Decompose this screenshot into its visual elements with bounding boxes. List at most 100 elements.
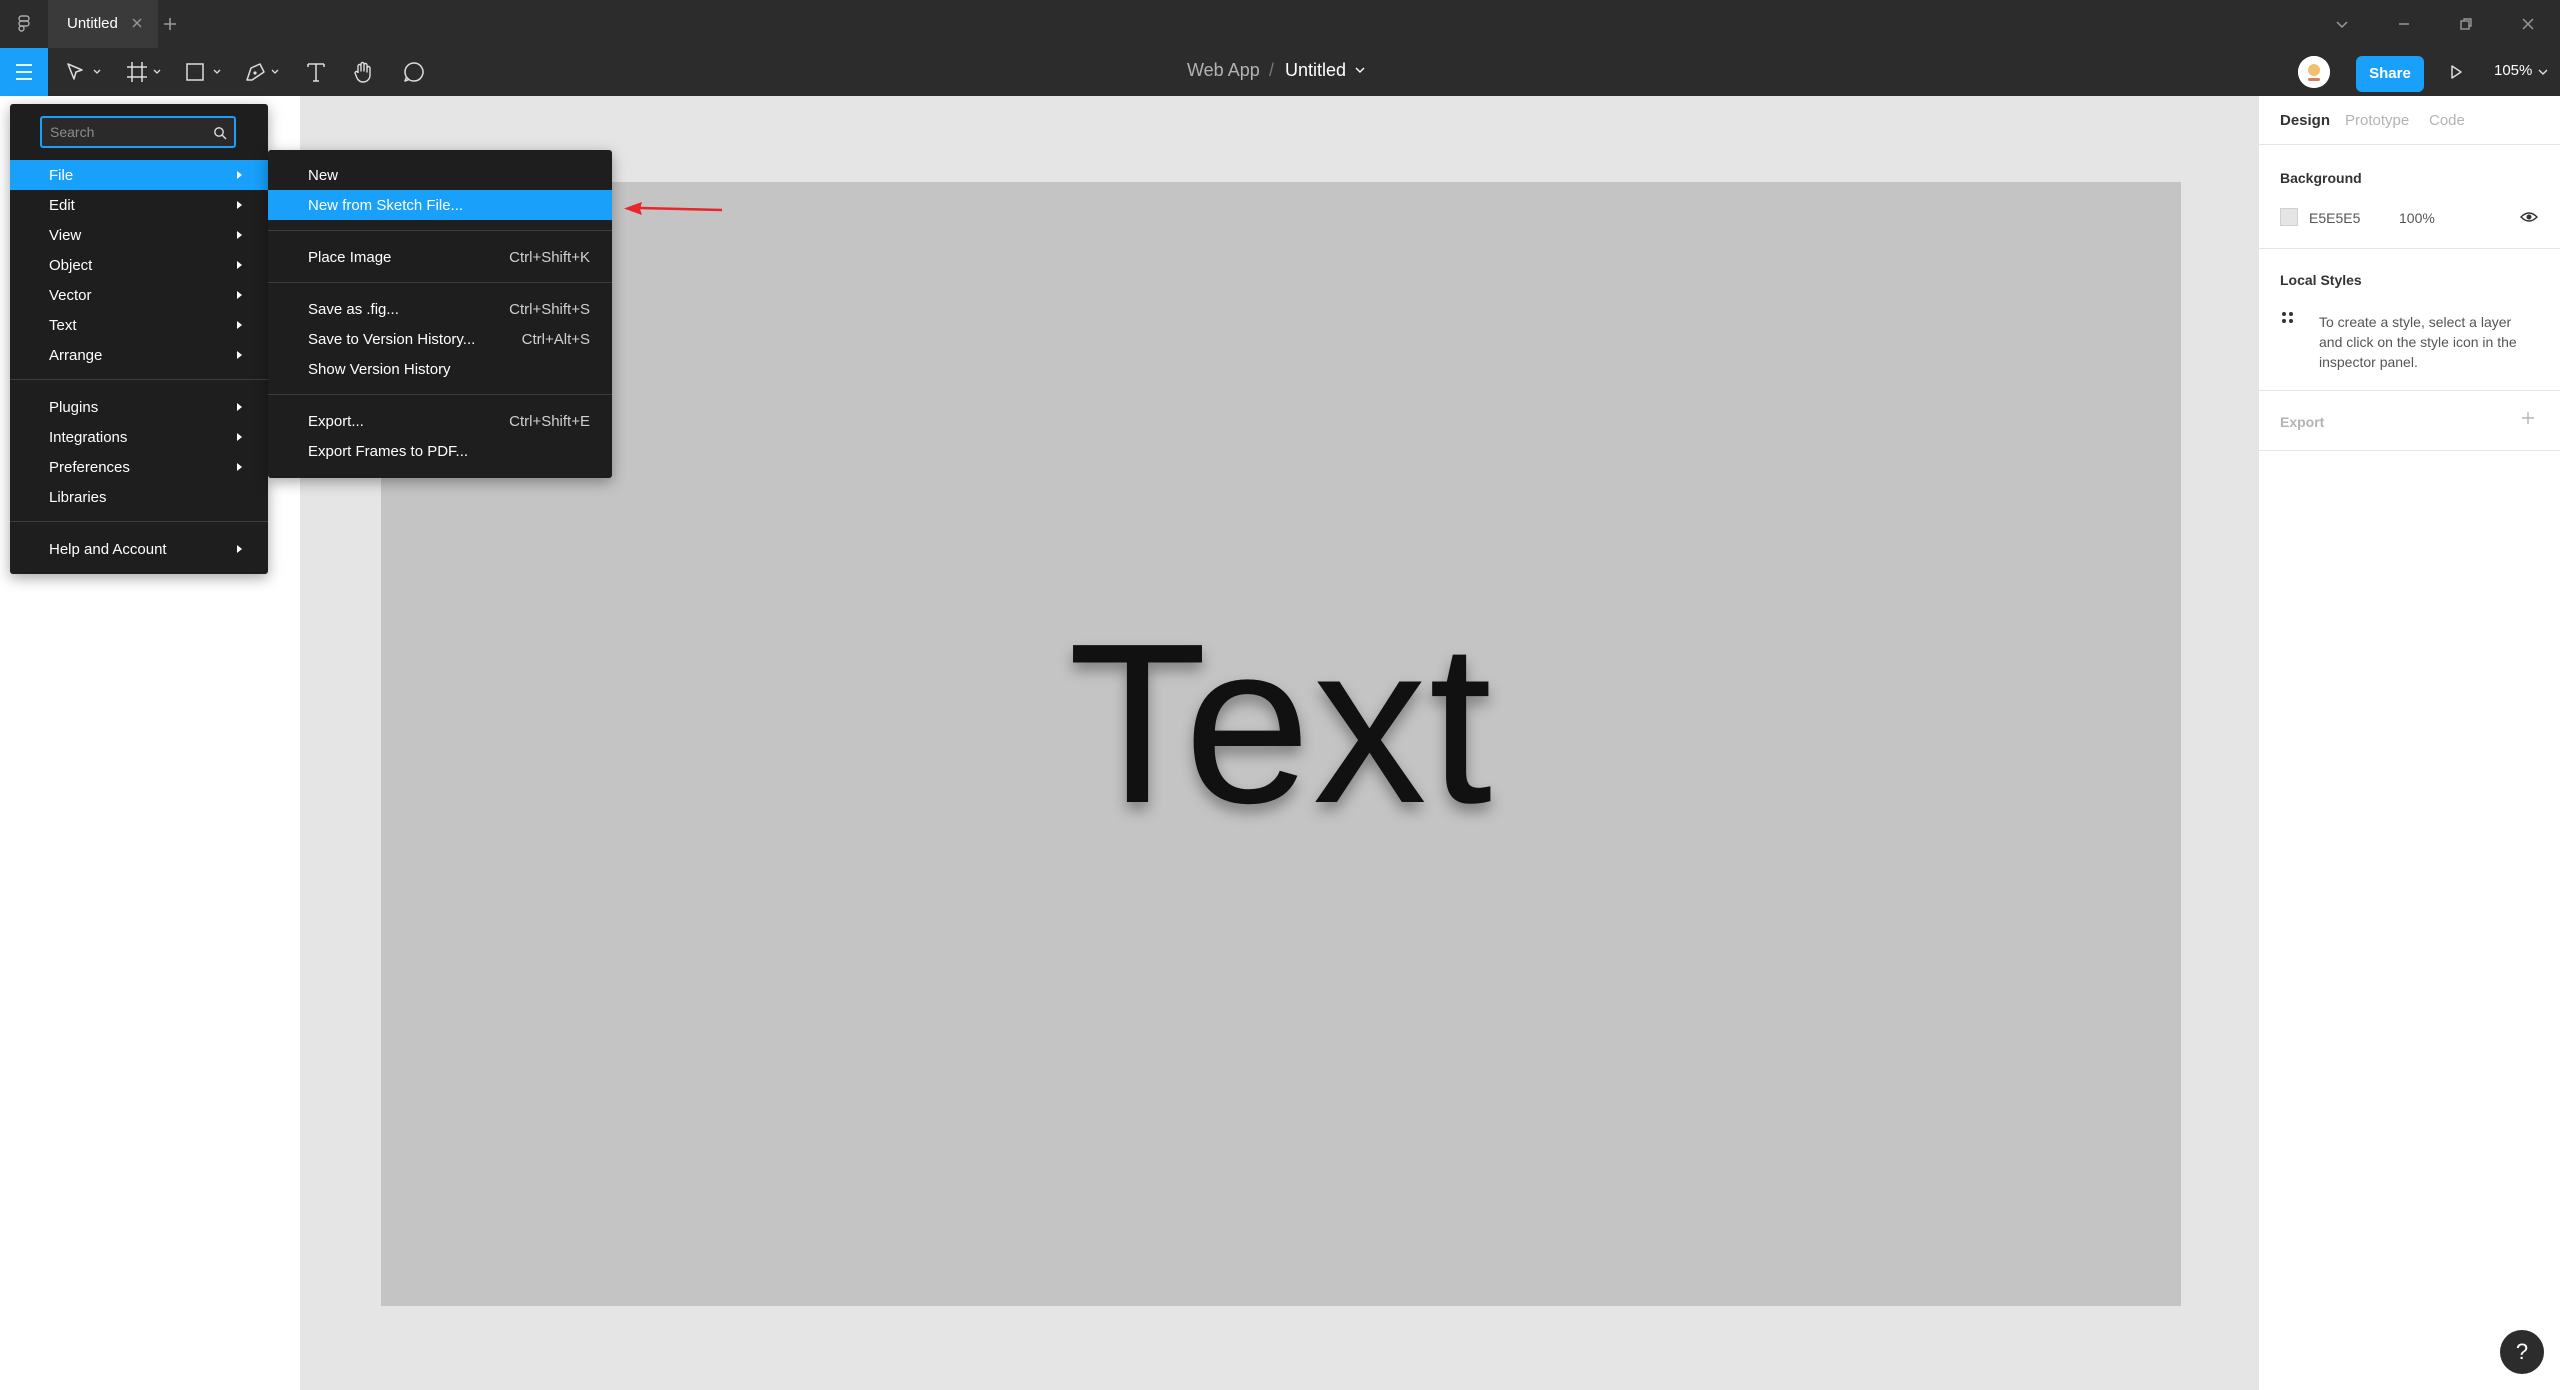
chevron-down-icon[interactable] [2332, 14, 2352, 34]
submenu-arrow-icon [233, 431, 245, 443]
share-button[interactable]: Share [2356, 56, 2424, 92]
file-menu-export[interactable]: Export... Ctrl+Shift+E [268, 406, 612, 436]
minimize-icon[interactable] [2394, 14, 2414, 34]
menu-item-object[interactable]: Object [10, 250, 268, 280]
search-placeholder: Search [50, 124, 95, 140]
text-icon [307, 63, 325, 82]
menu-item-edit[interactable]: Edit [10, 190, 268, 220]
comment-tool[interactable] [400, 58, 428, 86]
hamburger-icon [16, 64, 32, 80]
menu-item-plugins[interactable]: Plugins [10, 392, 268, 422]
menu-item-libraries[interactable]: Libraries [10, 482, 268, 512]
menu-divider [10, 379, 268, 380]
local-styles-heading: Local Styles [2280, 272, 2362, 288]
menu-item-view[interactable]: View [10, 220, 268, 250]
canvas-frame[interactable]: Text [381, 182, 2181, 1306]
menu-item-label: Libraries [49, 489, 107, 506]
file-menu-place-image[interactable]: Place Image Ctrl+Shift+K [268, 242, 612, 272]
submenu-arrow-icon [233, 349, 245, 361]
breadcrumb-separator: / [1269, 60, 1275, 80]
menu-item-file[interactable]: File [10, 160, 268, 190]
menu-item-label: Edit [49, 197, 75, 214]
file-menu-label: New [308, 167, 339, 184]
breadcrumb-team[interactable]: Web App [1187, 60, 1260, 81]
file-name[interactable]: Untitled [1285, 60, 1346, 81]
pen-icon [246, 63, 279, 81]
styles-icon [2280, 310, 2296, 326]
background-color-swatch[interactable] [2280, 208, 2298, 226]
menu-item-vector[interactable]: Vector [10, 280, 268, 310]
local-styles-hint-line: and click on the style icon in the [2319, 334, 2517, 350]
menu-item-integrations[interactable]: Integrations [10, 422, 268, 452]
menu-item-label: File [49, 167, 74, 184]
avatar[interactable] [2298, 56, 2330, 88]
menu-item-label: View [49, 227, 82, 244]
pen-tool[interactable] [242, 58, 284, 86]
zoom-chevron-icon[interactable] [2537, 66, 2549, 78]
figma-logo-icon[interactable] [14, 14, 34, 34]
file-menu-label: Export Frames to PDF... [308, 443, 469, 460]
main-menu-button[interactable] [0, 48, 48, 96]
tab-design[interactable]: Design [2280, 112, 2330, 129]
file-menu-label: Save as .fig... [308, 301, 399, 318]
tab-prototype[interactable]: Prototype [2345, 112, 2409, 129]
file-menu-save-to-version-history[interactable]: Save to Version History... Ctrl+Alt+S [268, 324, 612, 354]
close-window-icon[interactable] [2518, 14, 2538, 34]
local-styles-hint-line: inspector panel. [2319, 354, 2418, 370]
rectangle-icon [186, 63, 221, 81]
plus-icon [2522, 412, 2534, 424]
file-menu-save-as-fig[interactable]: Save as .fig... Ctrl+Shift+S [268, 294, 612, 324]
add-export-button[interactable] [2518, 408, 2538, 428]
restore-icon[interactable] [2456, 14, 2476, 34]
file-name-chevron-icon[interactable] [1354, 64, 1366, 76]
menu-item-label: Preferences [49, 459, 130, 476]
file-menu-label: Save to Version History... [308, 331, 476, 348]
play-icon[interactable] [2446, 62, 2466, 82]
design-panel [2258, 96, 2560, 1390]
hand-icon [354, 61, 371, 83]
tab-untitled[interactable]: Untitled [48, 0, 158, 48]
menu-divider [268, 394, 612, 395]
frame-icon [127, 62, 161, 82]
menu-item-label: Arrange [49, 347, 103, 364]
menu-item-arrange[interactable]: Arrange [10, 340, 268, 370]
shortcut: Ctrl+Shift+E [509, 413, 590, 430]
local-styles-hint: To create a style, select a layer and cl… [2319, 312, 2517, 372]
background-hex[interactable]: E5E5E5 [2309, 210, 2360, 226]
text-tool[interactable] [302, 58, 330, 86]
menu-item-preferences[interactable]: Preferences [10, 452, 268, 482]
new-tab-button[interactable] [160, 14, 180, 34]
shortcut: Ctrl+Shift+K [509, 249, 590, 266]
tab-code[interactable]: Code [2429, 112, 2465, 129]
shape-tool[interactable] [184, 58, 226, 86]
zoom-level[interactable]: 105% [2494, 62, 2532, 79]
search-icon [212, 125, 228, 141]
menu-divider [10, 521, 268, 522]
help-button[interactable]: ? [2500, 1330, 2544, 1374]
menu-item-text[interactable]: Text [10, 310, 268, 340]
close-tab-icon[interactable] [129, 15, 145, 31]
file-menu-new-from-sketch[interactable]: New from Sketch File... [268, 190, 612, 220]
canvas-text-layer[interactable]: Text [381, 182, 2181, 1306]
submenu-arrow-icon [233, 289, 245, 301]
file-menu-show-version-history[interactable]: Show Version History [268, 354, 612, 384]
file-menu-export-frames-to-pdf[interactable]: Export Frames to PDF... [268, 436, 612, 466]
shortcut: Ctrl+Shift+S [509, 301, 590, 318]
submenu-arrow-icon [233, 229, 245, 241]
frame-tool[interactable] [124, 58, 166, 86]
submenu-arrow-icon [233, 401, 245, 413]
submenu-arrow-icon [233, 169, 245, 181]
comment-icon [404, 62, 424, 82]
file-menu-new[interactable]: New [268, 160, 612, 190]
move-tool[interactable] [64, 58, 104, 86]
eye-icon[interactable] [2519, 208, 2539, 226]
divider [2259, 144, 2560, 145]
menu-item-label: Plugins [49, 399, 99, 416]
menu-divider [268, 282, 612, 283]
divider [2259, 450, 2560, 451]
background-opacity[interactable]: 100% [2399, 210, 2435, 226]
menu-search-input[interactable]: Search [40, 116, 236, 148]
hand-tool[interactable] [350, 58, 378, 86]
menu-item-help-and-account[interactable]: Help and Account [10, 534, 268, 564]
menu-item-label: Help and Account [49, 541, 167, 558]
